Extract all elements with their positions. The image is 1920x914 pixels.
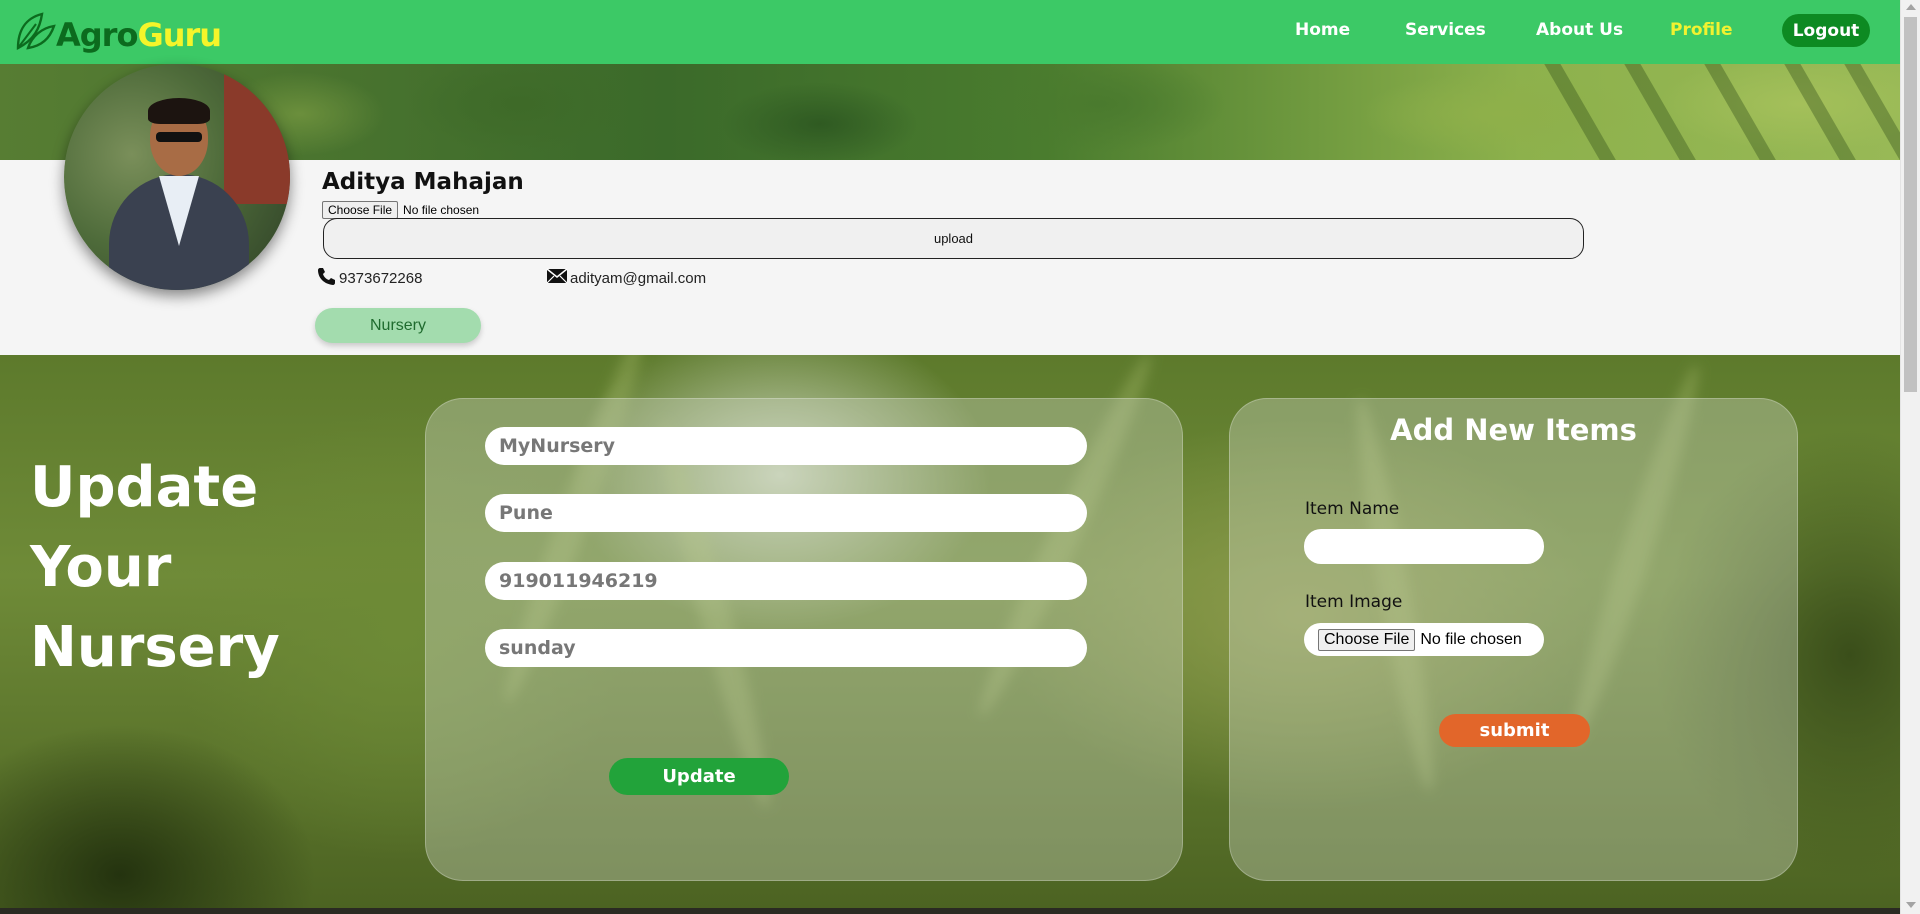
email-address: adityam@gmail.com	[570, 269, 707, 287]
footer-edge	[0, 908, 1900, 914]
choose-file-button[interactable]: Choose File	[322, 201, 399, 219]
open-day-field[interactable]: sunday	[485, 629, 1087, 667]
logout-button[interactable]: Logout	[1782, 14, 1870, 47]
item-name-label: Item Name	[1305, 499, 1400, 519]
heading-line-1: Update	[30, 455, 259, 520]
avatar	[64, 64, 290, 290]
nav-about-us[interactable]: About Us	[1536, 20, 1623, 40]
logo-text-agro: Agro	[56, 16, 138, 54]
nursery-name-field[interactable]: MyNursery	[485, 427, 1087, 465]
location-field[interactable]: Pune	[485, 494, 1087, 532]
scroll-thumb[interactable]	[1904, 17, 1917, 392]
scrollbar[interactable]	[1900, 0, 1920, 914]
leaf-icon	[14, 10, 56, 60]
scroll-down-icon[interactable]	[1906, 902, 1916, 908]
phone-contact: 9373672268	[315, 266, 422, 290]
profile-file-input[interactable]: Choose File No file chosen	[322, 201, 479, 219]
nav-profile[interactable]: Profile	[1670, 20, 1732, 40]
add-items-title: Add New Items	[1390, 413, 1637, 447]
nav-home[interactable]: Home	[1295, 20, 1350, 40]
logo-text-guru: Guru	[137, 16, 222, 54]
phone-icon	[315, 266, 339, 290]
profile-name: Aditya Mahajan	[322, 169, 524, 195]
heading-line-3: Nursery	[30, 615, 280, 680]
submit-button[interactable]: submit	[1439, 714, 1590, 747]
logo[interactable]: Agro Guru	[14, 10, 222, 60]
mail-icon	[546, 266, 570, 290]
item-choose-file-button[interactable]: Choose File	[1318, 628, 1416, 651]
upload-button[interactable]: upload	[323, 218, 1584, 259]
role-badge: Nursery	[315, 308, 481, 343]
scroll-up-icon[interactable]	[1906, 4, 1916, 10]
contact-number-field[interactable]: 919011946219	[485, 562, 1087, 600]
email-contact: adityam@gmail.com	[546, 266, 706, 290]
item-image-file-input[interactable]: Choose File No file chosen	[1304, 623, 1544, 656]
nav-services[interactable]: Services	[1405, 20, 1486, 40]
item-image-label: Item Image	[1305, 592, 1403, 612]
update-heading: Update Your Nursery	[30, 448, 280, 688]
navbar: Agro Guru Home Services About Us Profile …	[0, 0, 1900, 64]
item-file-status: No file chosen	[1420, 630, 1522, 648]
item-name-input[interactable]	[1304, 529, 1544, 564]
phone-number: 9373672268	[339, 269, 423, 287]
file-status: No file chosen	[403, 203, 480, 217]
update-button[interactable]: Update	[609, 758, 789, 795]
heading-line-2: Your	[30, 535, 172, 600]
